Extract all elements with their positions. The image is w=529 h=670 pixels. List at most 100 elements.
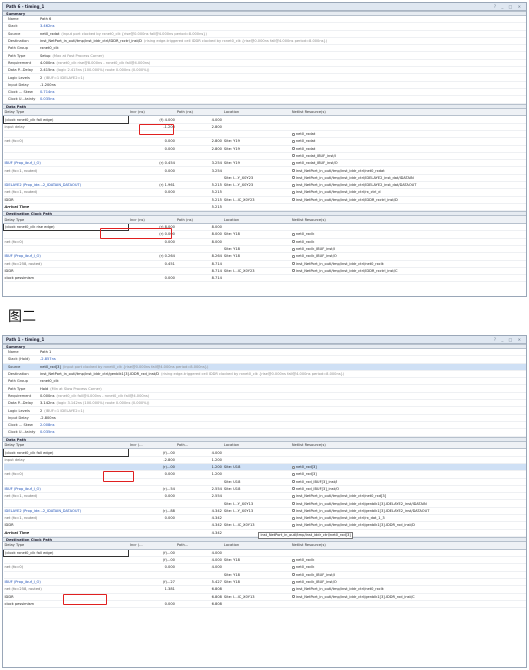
column-header[interactable]: Netlist Resource(s) xyxy=(290,216,526,225)
column-header[interactable]: Path (ns) xyxy=(175,108,223,117)
incr-cell xyxy=(128,196,176,204)
summary-row[interactable]: Logic Levels 2 (IBUF=1 IDELAYE2=1) xyxy=(3,407,526,415)
column-header[interactable]: Location xyxy=(222,216,291,225)
table-row[interactable]: IDELAYE2 (Prop_ide...2_IDATAIN_DATAOUT) (… xyxy=(3,507,526,516)
summary-row[interactable]: Source net0_rxd[3] (input port clocked by … xyxy=(3,363,526,371)
table-row[interactable]: (f)...00 4.000 Site: Y18 net0_rxclk xyxy=(3,556,526,565)
window-controls[interactable]: ? _ □ ✕ xyxy=(494,4,523,9)
table-row[interactable]: (r)...00 1.200 Site: U18 net0_rxd[3] xyxy=(3,463,526,472)
table-row[interactable]: clock pessimism 0.000 6.808 xyxy=(3,600,526,609)
table-row[interactable]: Site: U18 net0_rxd_IBUF[3]_inst/I xyxy=(3,478,526,486)
table-row[interactable]: net0_rxdat xyxy=(3,130,526,139)
table-row[interactable]: Site: Y18 net0_rxclk_IBUF_inst/I xyxy=(3,571,526,579)
column-header[interactable]: Netlist Resource(s) xyxy=(290,441,526,450)
table-row[interactable]: 0.000 2.800 Site: Y19 net0_rxdat xyxy=(3,145,526,153)
table-row[interactable]: Site: I...Y_X0Y23 inst_NetPort_in_outl/tm… xyxy=(3,174,526,183)
summary-row[interactable]: Path Group rxnet0_clk xyxy=(3,378,526,386)
table-row[interactable]: net (fo=0) 0.000 1.200 net0_rxd[3] xyxy=(3,470,526,479)
column-header[interactable]: Delay Type xyxy=(3,541,129,550)
column-header[interactable]: Incr (ns) xyxy=(128,216,176,225)
table-row[interactable]: input delay -2.800 1.200 xyxy=(3,456,526,464)
netlist-item-icon xyxy=(291,262,295,266)
summary-link[interactable]: 0.714ns xyxy=(40,90,54,94)
summary-row[interactable]: Clock U...tainty 0.035ns xyxy=(3,96,526,104)
table-row[interactable]: (r) 0.000 8.000 Site: Y18 net0_rxclk xyxy=(3,230,526,239)
table-row[interactable]: IBUF (Prop_ibuf_I_O) (r)...54 2.554 Site: U… xyxy=(3,485,526,494)
summary-row[interactable]: Clock ... Skew 2.008ns xyxy=(3,422,526,430)
table-row[interactable]: IDDR 6.808 Site: I...IC_X0Y13 inst_NetPort_… xyxy=(3,593,526,601)
column-header[interactable]: Location xyxy=(222,541,291,550)
column-header[interactable]: Delay Type xyxy=(3,108,129,117)
summary-row[interactable]: Slack 3.462ns xyxy=(3,23,526,31)
column-header[interactable]: Location xyxy=(222,441,291,450)
summary-row[interactable]: Path Group rxnet0_clk xyxy=(3,45,526,53)
table-row[interactable]: IBUF (Prop_ibuf_I_O) (r) 0.264 8.264 Site: … xyxy=(3,252,526,261)
column-header[interactable]: Incr (... xyxy=(128,541,176,550)
column-header[interactable]: Incr (... xyxy=(128,441,176,450)
table-row[interactable]: IBUF (Prop_ibuf_I_O) (r) 0.454 3.254 Site: … xyxy=(3,159,526,168)
table-row[interactable]: Site: Y18 net0_rxclk_IBUF_inst/I xyxy=(3,245,526,254)
table-row[interactable]: Site: I...Y_X0Y13 inst_NetPort_in_outl/tm… xyxy=(3,499,526,508)
summary-row[interactable]: Clock ... Skew 0.714ns xyxy=(3,89,526,97)
summary-value: Path 1 xyxy=(40,350,526,354)
summary-row[interactable]: Requirement 0.000ns (rxnet0_clk fall@4.000… xyxy=(3,393,526,401)
summary-link[interactable]: 0.035ns xyxy=(40,97,54,101)
summary-value: 2.415ns (logic 2.415ns (100.000%) route 0… xyxy=(40,68,526,72)
table-row[interactable]: (clock rxnet0_clk fall edge) (f)...00 4.00… xyxy=(3,548,526,558)
table-row[interactable]: net (fo=0) 0.000 2.800 Site: Y19 net0_rxdat xyxy=(3,137,526,146)
summary-row[interactable]: Name Path 1 xyxy=(3,349,526,357)
table-row[interactable]: IDELAYE2 (Prop_ide...2_IDATAIN_DATAOUT) (… xyxy=(3,181,526,190)
window-controls[interactable]: ? _ □ ✕ xyxy=(494,337,523,342)
table-row[interactable]: net (fo=1, routed) 0.000 5.215 inst_NetPort… xyxy=(3,188,526,197)
summary-row[interactable]: Path Type Setup (Max at Fast Process Corne… xyxy=(3,52,526,60)
table-row[interactable]: net (fo=1, routed) 0.000 2.554 inst_NetPort… xyxy=(3,492,526,501)
summary-row[interactable]: Input Delay -2.800ns xyxy=(3,415,526,422)
table-row[interactable]: (clock rxnet0_clk fall edge) (f)...00 4.00… xyxy=(3,448,526,457)
summary-link[interactable]: -2.857ns xyxy=(40,357,56,361)
summary-link[interactable]: 0.035ns xyxy=(40,430,54,434)
summary-row[interactable]: Destination inst_NetPort_in_outl/tmp/inst… xyxy=(3,371,526,379)
table-row[interactable]: input delay -1.200 2.800 xyxy=(3,123,526,131)
summary-row[interactable]: Requirement 4.000ns (rxnet0_clk rise@8.000… xyxy=(3,60,526,68)
summary-row[interactable]: Slack (Hold) -2.857ns xyxy=(3,356,526,364)
table-row[interactable]: (clock rxnet0_clk fall edge) (f) 4.000 4.0… xyxy=(3,115,526,124)
column-header[interactable]: Netlist Resource(s) xyxy=(290,541,526,550)
summary-row[interactable]: Destination inst_NetPort_in_outl/tmp/inst… xyxy=(3,38,526,46)
table-row[interactable]: net (fo=0) 0.000 8.000 net0_rxclk xyxy=(3,238,526,246)
table-row[interactable]: IBUF (Prop_ibuf_I_O) (f)...27 5.427 Site: Y… xyxy=(3,578,526,587)
netlist-resource-cell: net0_rxclk_IBUF_inst/O xyxy=(290,252,526,261)
column-header[interactable]: Path... xyxy=(175,541,223,550)
table-row[interactable]: clock pessimism 0.000 8.714 xyxy=(3,274,526,283)
summary-link[interactable]: 3.462ns xyxy=(40,24,54,28)
table-row[interactable]: Arrival Time 5.215 xyxy=(3,203,526,212)
table-row[interactable]: net (fo=1, routed) 0.000 3.254 inst_NetPort… xyxy=(3,166,526,175)
summary-value-part: rxnet0_clk xyxy=(40,379,59,384)
column-header[interactable]: Incr (ns) xyxy=(128,108,176,117)
column-header[interactable]: Location xyxy=(222,108,291,117)
summary-row[interactable]: Data P...Delay 2.415ns (logic 2.415ns (100… xyxy=(3,67,526,75)
column-header[interactable]: Netlist Resource(s) xyxy=(290,108,526,117)
summary-row[interactable]: Input Delay -1.200ns xyxy=(3,82,526,89)
table-row[interactable]: net (fo=258, routed) 0.451 8.714 inst_NetPo… xyxy=(3,260,526,268)
column-header[interactable]: Delay Type xyxy=(3,216,129,225)
summary-row[interactable]: Source net0_rxdat (input port clocked by r… xyxy=(3,31,526,38)
table-row[interactable]: net (fo=258, routed) 1.381 6.808 inst_NetPo… xyxy=(3,585,526,594)
summary-row[interactable]: Clock U...tainty 0.035ns xyxy=(3,429,526,437)
summary-row[interactable]: Data P...Delay 3.142ns (logic 3.142ns (100… xyxy=(3,400,526,408)
table-row[interactable]: net (fo=0) 0.000 4.000 net0_rxclk xyxy=(3,563,526,572)
table-row[interactable]: IDDR 8.714 Site: I...IC_X0Y23 inst_NetPort_… xyxy=(3,267,526,276)
column-header[interactable]: Path (ns) xyxy=(175,216,223,225)
incr-cell: 0.000 xyxy=(128,600,176,609)
column-header[interactable]: Delay Type xyxy=(3,441,129,450)
summary-row[interactable]: Logic Levels 2 (IBUF=1 IDELAYE2=1) xyxy=(3,74,526,82)
summary-link[interactable]: 2.008ns xyxy=(40,423,54,427)
table-row[interactable]: IDDR 5.215 Site: I...IC_X0Y23 inst_NetPort_… xyxy=(3,196,526,204)
column-header[interactable]: Path... xyxy=(175,441,223,450)
summary-row[interactable]: Path Type Hold (Min at Slow Process Corner… xyxy=(3,385,526,393)
table-row[interactable]: net0_rxdat_IBUF_inst/I xyxy=(3,152,526,161)
summary-value-part: (rising edge-triggered cell IDDR clocked… xyxy=(161,372,345,377)
table-row[interactable]: net (fo=1, routed) 0.000 4.342 inst_NetPort… xyxy=(3,514,526,523)
table-row[interactable]: (clock rxnet0_clk rise edge) (r) 8.000 8.0… xyxy=(3,222,526,232)
table-row[interactable]: IDDR 4.342 Site: I...IC_X0Y13 inst_NetPort_… xyxy=(3,521,526,530)
summary-row[interactable]: Name Path 6 xyxy=(3,16,526,24)
